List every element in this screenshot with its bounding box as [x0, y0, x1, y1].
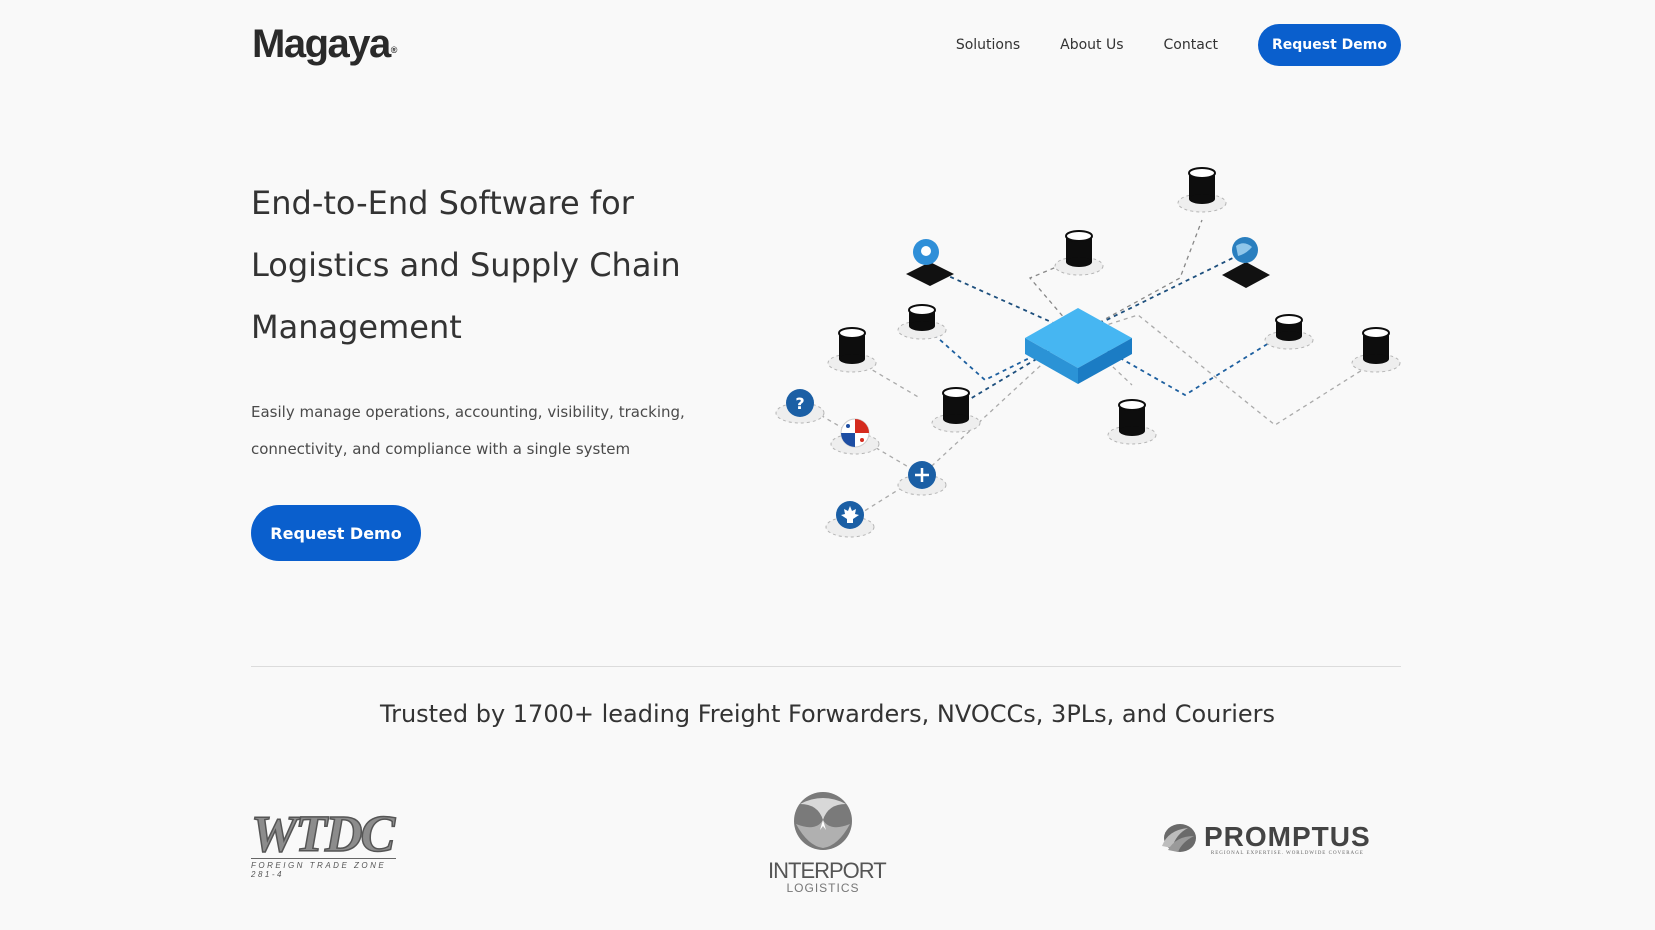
database-icon	[1351, 327, 1401, 373]
main-nav: Solutions About Us Contact Request Demo	[916, 24, 1401, 66]
database-icon	[827, 327, 877, 373]
svg-text:?: ?	[795, 394, 804, 413]
hero-subtitle: Easily manage operations, accounting, vi…	[251, 403, 685, 458]
plus-icon	[897, 461, 947, 496]
database-icon	[1177, 167, 1227, 213]
promptus-logo-name: PROMPTUS	[1204, 820, 1371, 852]
trusted-heading: Trusted by 1700+ leading Freight Forward…	[379, 700, 1276, 728]
section-divider	[251, 666, 1401, 667]
nav-solutions[interactable]: Solutions	[956, 37, 1020, 53]
logo-text: Magaya	[252, 22, 391, 66]
maple-leaf-icon	[825, 501, 875, 538]
nav-about-us[interactable]: About Us	[1060, 37, 1123, 53]
wtdc-logo-name: WTDC	[250, 806, 396, 863]
location-pin-icon	[906, 239, 954, 286]
panama-flag-icon	[830, 418, 880, 455]
wtdc-logo-tagline: FOREIGN TRADE ZONE 281-4	[251, 858, 396, 879]
interport-logo-tagline: LOGISTICS	[786, 881, 860, 895]
promptus-logo: PROMPTUS REGIONAL EXPERTISE. WORLDWIDE C…	[1158, 822, 1371, 856]
registered-mark: ®	[390, 45, 398, 55]
database-icon	[1264, 314, 1314, 350]
network-illustration: ?	[775, 167, 1401, 538]
hero-title: End-to-End Software for Logistics and Su…	[251, 184, 681, 346]
interport-logo: INTERPORT LOGISTICS	[768, 790, 887, 895]
interport-logo-name: INTERPORT	[768, 858, 887, 883]
database-icon	[897, 304, 947, 340]
header-request-demo-button[interactable]: Request Demo	[1258, 24, 1401, 66]
promptus-swirl-icon	[1162, 824, 1196, 852]
database-icon	[931, 387, 981, 433]
database-icon	[1107, 399, 1157, 445]
wtdc-logo: WTDC FOREIGN TRADE ZONE 281-4	[250, 806, 396, 879]
nav-contact[interactable]: Contact	[1164, 37, 1218, 53]
interport-emblem-icon	[794, 792, 852, 850]
magaya-logo[interactable]: Magaya®	[252, 22, 398, 66]
question-icon: ?	[775, 389, 825, 424]
promptus-logo-tagline: REGIONAL EXPERTISE. WORLDWIDE COVERAGE	[1210, 850, 1364, 856]
hub-box-icon	[1025, 308, 1132, 384]
database-icon	[1054, 230, 1104, 276]
hero-request-demo-button[interactable]: Request Demo	[251, 505, 421, 561]
globe-icon	[1222, 237, 1270, 288]
